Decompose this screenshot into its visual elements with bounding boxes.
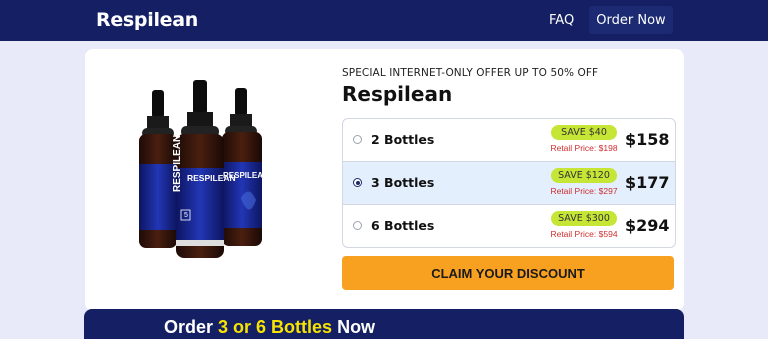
bundle-option-6-bottles[interactable]: 6 Bottles SAVE $300 Retail Price: $594 $… [343,204,675,247]
option-label: 3 Bottles [371,175,435,190]
product-label-right: RESPILEAN [223,171,269,180]
retail-price: Retail Price: $594 [550,229,618,239]
bundle-option-3-bottles[interactable]: 3 Bottles SAVE $120 Retail Price: $297 $… [343,161,675,204]
product-label-side: RESPILEAN [172,135,183,192]
nav-order-now-button[interactable]: Order Now [589,6,673,34]
save-badge: SAVE $120 [551,168,617,183]
bottle-front [176,80,224,258]
order-banner-text: Order 3 or 6 Bottles Now [164,317,375,338]
radio-3-bottles[interactable] [353,178,362,187]
offer-title: Respilean [342,82,453,106]
bottle-right [222,88,262,246]
product-badge: 5 [184,212,188,219]
top-navigation-bar: Respilean FAQ Order Now [0,0,768,41]
order-banner: Order 3 or 6 Bottles Now [84,309,684,339]
radio-6-bottles[interactable] [353,221,362,230]
bundle-option-2-bottles[interactable]: 2 Bottles SAVE $40 Retail Price: $198 $1… [343,119,675,161]
banner-prefix: Order [164,317,219,337]
banner-highlight: 3 or 6 Bottles [218,317,333,337]
product-bottles-image: RESPILEAN RESPILEAN 5 RESPILEAN [125,80,275,265]
retail-price: Retail Price: $297 [550,186,618,196]
bundle-options: 2 Bottles SAVE $40 Retail Price: $198 $1… [342,118,676,248]
option-label: 2 Bottles [371,132,435,147]
banner-suffix: Now [332,317,376,337]
retail-price: Retail Price: $198 [550,143,618,153]
save-badge: SAVE $300 [551,211,617,226]
option-label: 6 Bottles [371,218,435,233]
option-price: $158 [625,130,670,149]
save-badge: SAVE $40 [551,125,617,140]
option-price: $177 [625,173,670,192]
radio-2-bottles[interactable] [353,135,362,144]
offer-eyebrow: SPECIAL INTERNET-ONLY OFFER UP TO 50% OF… [342,67,599,79]
nav-link-faq[interactable]: FAQ [549,13,574,28]
option-price: $294 [625,216,670,235]
claim-discount-button[interactable]: CLAIM YOUR DISCOUNT [342,256,674,290]
brand-logo[interactable]: Respilean [96,9,198,31]
